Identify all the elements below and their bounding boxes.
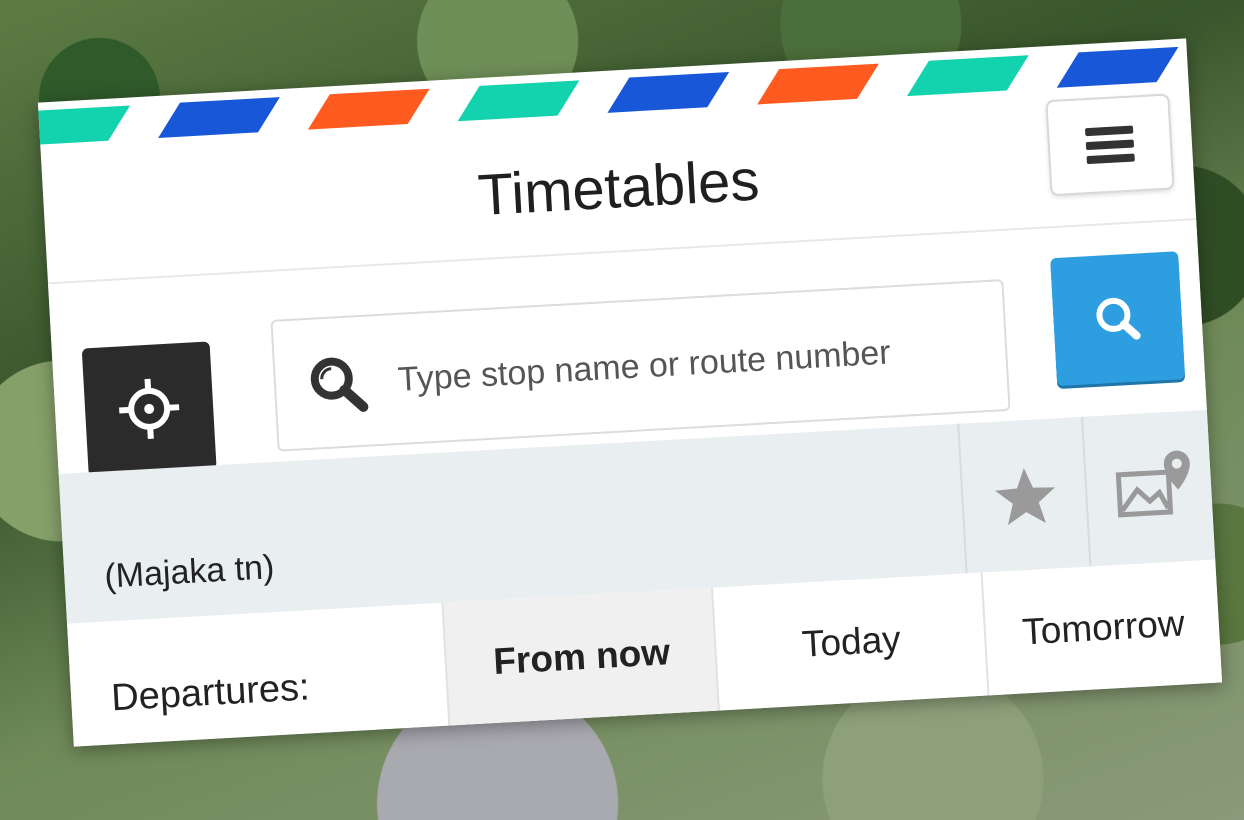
- search-input[interactable]: [394, 317, 991, 410]
- search-button[interactable]: [1050, 251, 1186, 387]
- search-icon: [1096, 297, 1141, 340]
- crosshair-icon: [119, 378, 180, 439]
- search-icon: [310, 357, 369, 412]
- star-icon: [995, 468, 1055, 526]
- tab-today[interactable]: Today: [711, 572, 990, 711]
- hamburger-icon: [1086, 153, 1135, 165]
- locate-button[interactable]: [81, 341, 217, 477]
- search-field[interactable]: [270, 278, 1011, 452]
- hamburger-icon: [1084, 125, 1134, 137]
- map-pin-icon: [1115, 450, 1190, 518]
- tab-tomorrow[interactable]: Tomorrow: [980, 559, 1223, 696]
- menu-button[interactable]: [1045, 93, 1175, 197]
- favourite-button[interactable]: [957, 416, 1092, 574]
- tab-from-now[interactable]: From now: [441, 587, 720, 726]
- timetables-app: Timetables Type stop name or route numbe…: [37, 38, 1223, 747]
- hamburger-icon: [1085, 139, 1135, 151]
- stop-name: (Majaka tn): [103, 548, 276, 596]
- departures-label: Departures:: [110, 666, 311, 720]
- map-button[interactable]: [1081, 409, 1216, 567]
